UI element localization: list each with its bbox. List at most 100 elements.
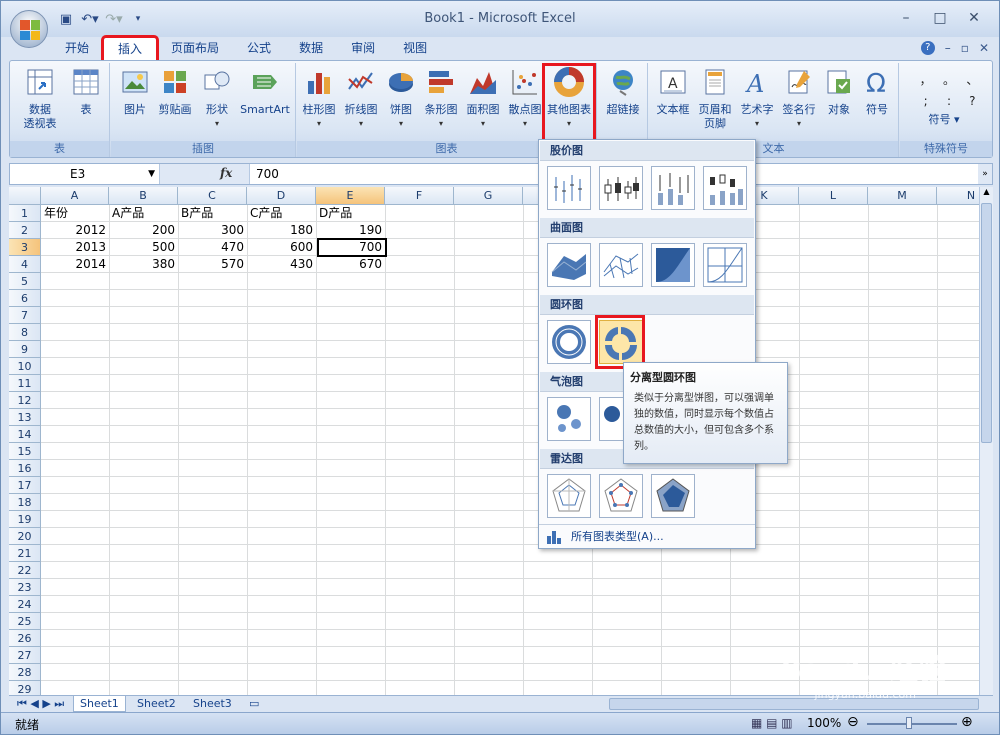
column-header[interactable]: D (247, 187, 316, 205)
row-header[interactable]: 6 (9, 290, 41, 307)
tab-data[interactable]: 数据 (285, 37, 337, 61)
data-cell[interactable]: 300 (178, 222, 247, 239)
workbook-restore-button[interactable]: ▫ (961, 41, 969, 55)
column-header[interactable]: C (178, 187, 247, 205)
filled-radar-chart[interactable] (651, 474, 695, 518)
data-cell[interactable]: 470 (178, 239, 247, 256)
pivot-table-button[interactable]: 数据 透视表 (16, 67, 64, 131)
row-header[interactable]: 22 (9, 562, 41, 579)
tab-home[interactable]: 开始 (51, 37, 103, 61)
radar-markers-chart[interactable] (599, 474, 643, 518)
row-header[interactable]: 3 (9, 239, 41, 256)
scatter-chart-button[interactable]: 散点图 ▾ (505, 67, 545, 131)
other-charts-button[interactable]: 其他图表 ▾ (542, 63, 596, 143)
stock-chart-vhlc[interactable] (651, 166, 695, 210)
minimize-button[interactable]: – (889, 7, 923, 29)
line-chart-button[interactable]: 折线图 ▾ (341, 67, 381, 131)
scroll-thumb[interactable] (981, 203, 992, 443)
header-cell[interactable]: 年份 (41, 205, 71, 222)
textbox-button[interactable]: A 文本框 (653, 67, 693, 117)
row-header[interactable]: 21 (9, 545, 41, 562)
header-cell[interactable]: C产品 (247, 205, 285, 222)
wordart-button[interactable]: A 艺术字 ▾ (737, 67, 777, 131)
maximize-button[interactable]: □ (923, 7, 957, 29)
symbol-semicolon[interactable]: ; (914, 94, 937, 108)
sheet-nav-icon[interactable]: ⏮ ◀ ▶ ⏭ (11, 696, 70, 712)
row-header[interactable]: 28 (9, 664, 41, 681)
row-header[interactable]: 17 (9, 477, 41, 494)
view-buttons[interactable]: ▦ ▤ ▥ (751, 716, 793, 730)
select-all-corner[interactable] (9, 187, 41, 205)
help-icon[interactable]: ? (920, 41, 935, 55)
horizontal-scrollbar[interactable] (609, 698, 979, 710)
tab-page-layout[interactable]: 页面布局 (157, 37, 233, 61)
row-header[interactable]: 10 (9, 358, 41, 375)
row-header[interactable]: 2 (9, 222, 41, 239)
data-cell[interactable]: 200 (109, 222, 178, 239)
all-chart-types-link[interactable]: 所有图表类型(A)... (539, 524, 755, 548)
row-header[interactable]: 20 (9, 528, 41, 545)
row-header[interactable]: 7 (9, 307, 41, 324)
signature-line-button[interactable]: 签名行 ▾ (779, 67, 819, 131)
pie-chart-button[interactable]: 饼图 ▾ (383, 67, 419, 131)
zoom-slider[interactable] (867, 723, 957, 725)
picture-button[interactable]: 图片 (115, 67, 155, 117)
hyperlink-button[interactable]: 超链接 (602, 67, 644, 117)
table-button[interactable]: 表 (66, 67, 106, 117)
stock-chart-vohlc[interactable] (703, 166, 747, 210)
vertical-scrollbar[interactable]: ▲ (979, 187, 993, 695)
smartart-button[interactable]: SmartArt (237, 67, 293, 117)
object-button[interactable]: 对象 (821, 67, 857, 117)
row-header[interactable]: 24 (9, 596, 41, 613)
row-header[interactable]: 27 (9, 647, 41, 664)
data-cell[interactable]: 380 (109, 256, 178, 273)
stock-chart-hlc[interactable] (547, 166, 591, 210)
tab-review[interactable]: 审阅 (337, 37, 389, 61)
expand-formula-bar-icon[interactable]: » (978, 164, 992, 184)
tab-formulas[interactable]: 公式 (233, 37, 285, 61)
row-header[interactable]: 5 (9, 273, 41, 290)
header-cell[interactable]: D产品 (316, 205, 355, 222)
column-header[interactable]: M (868, 187, 937, 205)
workbook-minimize-button[interactable]: – (945, 41, 951, 55)
row-header[interactable]: 9 (9, 341, 41, 358)
doughnut-chart[interactable] (547, 320, 591, 364)
worksheet-grid[interactable]: ABCDEFGHIJKLMN 1234567891011121314151617… (9, 187, 979, 695)
header-cell[interactable]: B产品 (178, 205, 216, 222)
header-footer-button[interactable]: 页眉和 页脚 (695, 67, 735, 131)
office-button[interactable] (10, 10, 48, 48)
symbol-button[interactable]: Ω 符号 (859, 67, 895, 117)
column-header[interactable]: E (316, 187, 385, 205)
formula-input[interactable]: 700 (256, 164, 279, 184)
symbol-question[interactable]: ? (961, 94, 984, 108)
sheet-tab-sheet1[interactable]: Sheet1 (73, 696, 126, 712)
column-header[interactable]: L (799, 187, 868, 205)
fx-icon[interactable]: fx (220, 166, 232, 180)
row-header[interactable]: 26 (9, 630, 41, 647)
data-cell[interactable]: 2012 (41, 222, 109, 239)
row-header[interactable]: 1 (9, 205, 41, 222)
data-cell[interactable]: 500 (109, 239, 178, 256)
row-header[interactable]: 12 (9, 392, 41, 409)
row-header[interactable]: 25 (9, 613, 41, 630)
header-cell[interactable]: A产品 (109, 205, 147, 222)
data-cell[interactable]: 600 (247, 239, 316, 256)
symbol-comma[interactable]: ， (914, 71, 937, 88)
symbol-period[interactable]: 。 (937, 71, 960, 88)
row-header[interactable]: 23 (9, 579, 41, 596)
clip-art-button[interactable]: 剪贴画 (155, 67, 195, 117)
sheet-tab-sheet2[interactable]: Sheet2 (131, 696, 182, 712)
surface-contour-wire[interactable] (703, 243, 747, 287)
zoom-slider-thumb[interactable] (906, 717, 912, 729)
data-cell[interactable]: 570 (178, 256, 247, 273)
zoom-out-icon[interactable]: ⊖ (847, 714, 859, 730)
close-button[interactable]: ✕ (957, 7, 991, 29)
surface-contour[interactable] (651, 243, 695, 287)
row-header[interactable]: 4 (9, 256, 41, 273)
data-cell[interactable]: 180 (247, 222, 316, 239)
row-header[interactable]: 29 (9, 681, 41, 695)
surface-wireframe[interactable] (599, 243, 643, 287)
radar-chart[interactable] (547, 474, 591, 518)
insert-sheet-icon[interactable]: ▭ (243, 696, 265, 712)
row-header[interactable]: 16 (9, 460, 41, 477)
